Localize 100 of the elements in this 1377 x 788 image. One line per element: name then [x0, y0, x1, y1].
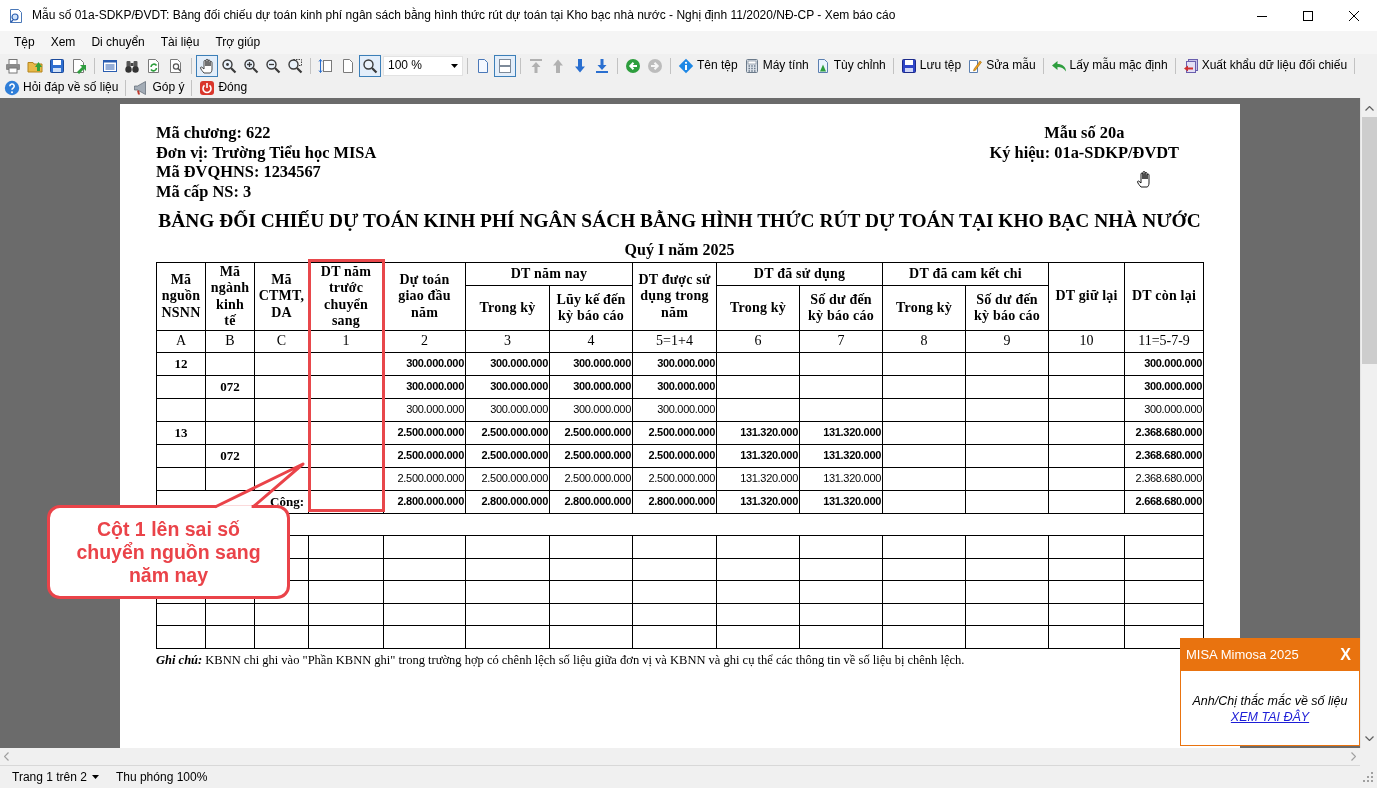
popup-title: MISA Mimosa 2025: [1186, 647, 1299, 663]
table-cell: 131.320.000: [799, 490, 883, 514]
menu-item[interactable]: Trợ giúp: [207, 31, 269, 54]
table-cell: 300.000.000: [1124, 352, 1204, 376]
maximize-icon: [1303, 10, 1313, 21]
menu-item[interactable]: Xem: [42, 31, 84, 54]
toolbar-button[interactable]: Góp ý: [130, 77, 188, 98]
table-cell: 2.500.000.000: [465, 467, 550, 491]
table-cell: 300.000.000: [549, 375, 633, 399]
zoom-level: Thu phóng 100%: [115, 769, 208, 785]
table-cell: 2.500.000.000: [632, 444, 717, 468]
table-cell: 2.500.000.000: [465, 444, 550, 468]
table-cell: 2.500.000.000: [632, 421, 717, 445]
column-header: DT năm nay: [465, 262, 633, 286]
table-cell: 10: [1048, 330, 1125, 353]
table-cell: 300.000.000: [549, 352, 633, 376]
toolbar-button[interactable]: Đóng: [196, 77, 251, 98]
column-header: DT được sử dụng trong năm: [632, 262, 717, 331]
bar-arrow-up-icon: [528, 57, 544, 74]
popup-link[interactable]: XEM TAI ĐÂY: [1230, 709, 1310, 725]
toolbar-button[interactable]: Xuất khẩu dữ liệu đối chiếu: [1179, 54, 1351, 77]
table-cell: 2.800.000.000: [383, 490, 466, 514]
table-cell: 072: [205, 444, 255, 468]
hand-cursor-icon: [1136, 170, 1152, 188]
table-cell: 2.500.000.000: [632, 467, 717, 491]
zoom-in-icon: [243, 57, 259, 74]
info-text: Mã ĐVQHNS: 1234567: [156, 162, 322, 182]
page-pencil-icon: [967, 57, 984, 74]
menu-item[interactable]: Tài liệu: [152, 31, 208, 54]
column-header: DT đã cam kết chi: [882, 262, 1049, 286]
info-text: Mã cấp NS: 3: [156, 181, 253, 201]
table-cell: 131.320.000: [716, 421, 800, 445]
table-cell: 2.500.000.000: [549, 467, 633, 491]
table-cell: 8: [882, 330, 966, 353]
table-cell: 2.500.000.000: [383, 467, 466, 491]
table-cell: 300.000.000: [632, 398, 717, 422]
toolbar-button[interactable]: Lấy mẫu mặc định: [1047, 54, 1171, 77]
toolbar-button[interactable]: Sửa mẫu: [964, 54, 1039, 77]
help-icon: [4, 79, 20, 96]
table-cell: 13: [156, 421, 206, 445]
menu-item[interactable]: Di chuyển: [83, 31, 153, 54]
table-cell: 131.320.000: [716, 490, 800, 514]
page-icon: [340, 57, 356, 74]
hand-icon: [199, 57, 215, 74]
table-cell: 11=5-7-9: [1124, 330, 1204, 353]
two-pages-icon: [497, 57, 513, 74]
table-cell: 072: [205, 375, 255, 399]
table-cell: 300.000.000: [383, 398, 466, 422]
report-title: BẢNG ĐỐI CHIẾU DỰ TOÁN KINH PHÍ NGÂN SÁCH BẰNG HÌNH THỨC RÚT DỰ TOÁN TẠI KHO BẠC NHÀ NƯỚC: [157, 209, 1202, 233]
chevron-down-icon: [1364, 736, 1374, 741]
table-cell: 5=1+4: [632, 330, 717, 353]
page-magnifier-icon: [168, 57, 184, 74]
column-header: DT năm trước chuyển sang: [308, 262, 384, 331]
toolbar-button[interactable]: Tùy chỉnh: [811, 54, 889, 77]
scroll-thumb[interactable]: [1361, 117, 1377, 364]
table-cell: 2.368.680.000: [1124, 421, 1204, 445]
page-icon: [475, 57, 491, 74]
table-cell: 300.000.000: [383, 352, 466, 376]
document-magnifier-icon: [8, 7, 24, 24]
calculator-icon: [743, 57, 760, 74]
toolbar-button[interactable]: Hỏi đáp về số liệu: [1, 77, 122, 98]
column-header: Mã CTMT, DA: [254, 262, 309, 331]
table-cell: 131.320.000: [716, 467, 800, 491]
table-cell: 300.000.000: [1124, 398, 1204, 422]
resize-grip-icon: [1363, 772, 1373, 782]
table-cell: 300.000.000: [465, 398, 550, 422]
page-select[interactable]: Trang 1 trên 2: [12, 769, 99, 785]
table-cell: 300.000.000: [632, 352, 717, 376]
chevron-left-icon: [4, 752, 9, 761]
column-header: Trong kỳ: [465, 285, 550, 331]
toolbar-button[interactable]: [359, 54, 381, 77]
close-icon: [1349, 10, 1359, 21]
page-refresh-icon: [146, 57, 162, 74]
power-icon: [199, 79, 216, 96]
table-cell: 4: [549, 330, 633, 353]
column-header: Số dư đến kỳ báo cáo: [799, 285, 883, 331]
table-cell: 2.500.000.000: [383, 421, 466, 445]
toolbar-button[interactable]: Lưu tệp: [897, 54, 965, 77]
window-title: Mẫu số 01a-SDKP/ĐVDT: Bảng đối chiếu dự toán kinh phí ngân sách bằng hình thức rút dự toán tại Kho bạc nhà nước - Nghị định 11/2020/NĐ-CP - Xem báo cáo: [32, 8, 896, 23]
toolbar-button[interactable]: Máy tính: [740, 54, 812, 77]
column-header: DT còn lại: [1124, 262, 1204, 331]
table-cell: 2: [383, 330, 466, 353]
popup-message: Anh/Chị thắc mắc về số liệu: [1192, 693, 1348, 709]
table-cell: 2.800.000.000: [632, 490, 717, 514]
printer-icon: [5, 57, 21, 74]
form-code-text: Ký hiệu: 01a-SDKP/ĐVDT: [989, 142, 1180, 162]
bar-arrow-down-icon: [594, 57, 610, 74]
table-cell: 6: [716, 330, 800, 353]
column-header: DT giữ lại: [1048, 262, 1125, 331]
column-header: Trong kỳ: [716, 285, 800, 331]
toolbar-button[interactable]: [196, 54, 218, 77]
form-code-text: Mẫu số 20a: [1043, 123, 1126, 143]
table-cell: B: [205, 330, 255, 353]
zoom-select[interactable]: 100 %: [383, 55, 463, 76]
zoom-area-icon: [287, 57, 303, 74]
chevron-right-icon: [1351, 752, 1356, 761]
column-header: Mã ngành kinh tế: [205, 262, 255, 331]
menu-item[interactable]: Tệp: [6, 31, 43, 54]
toolbar-button[interactable]: Tên tệp: [675, 54, 741, 77]
column-header: Dự toán giao đầu năm: [383, 262, 466, 331]
